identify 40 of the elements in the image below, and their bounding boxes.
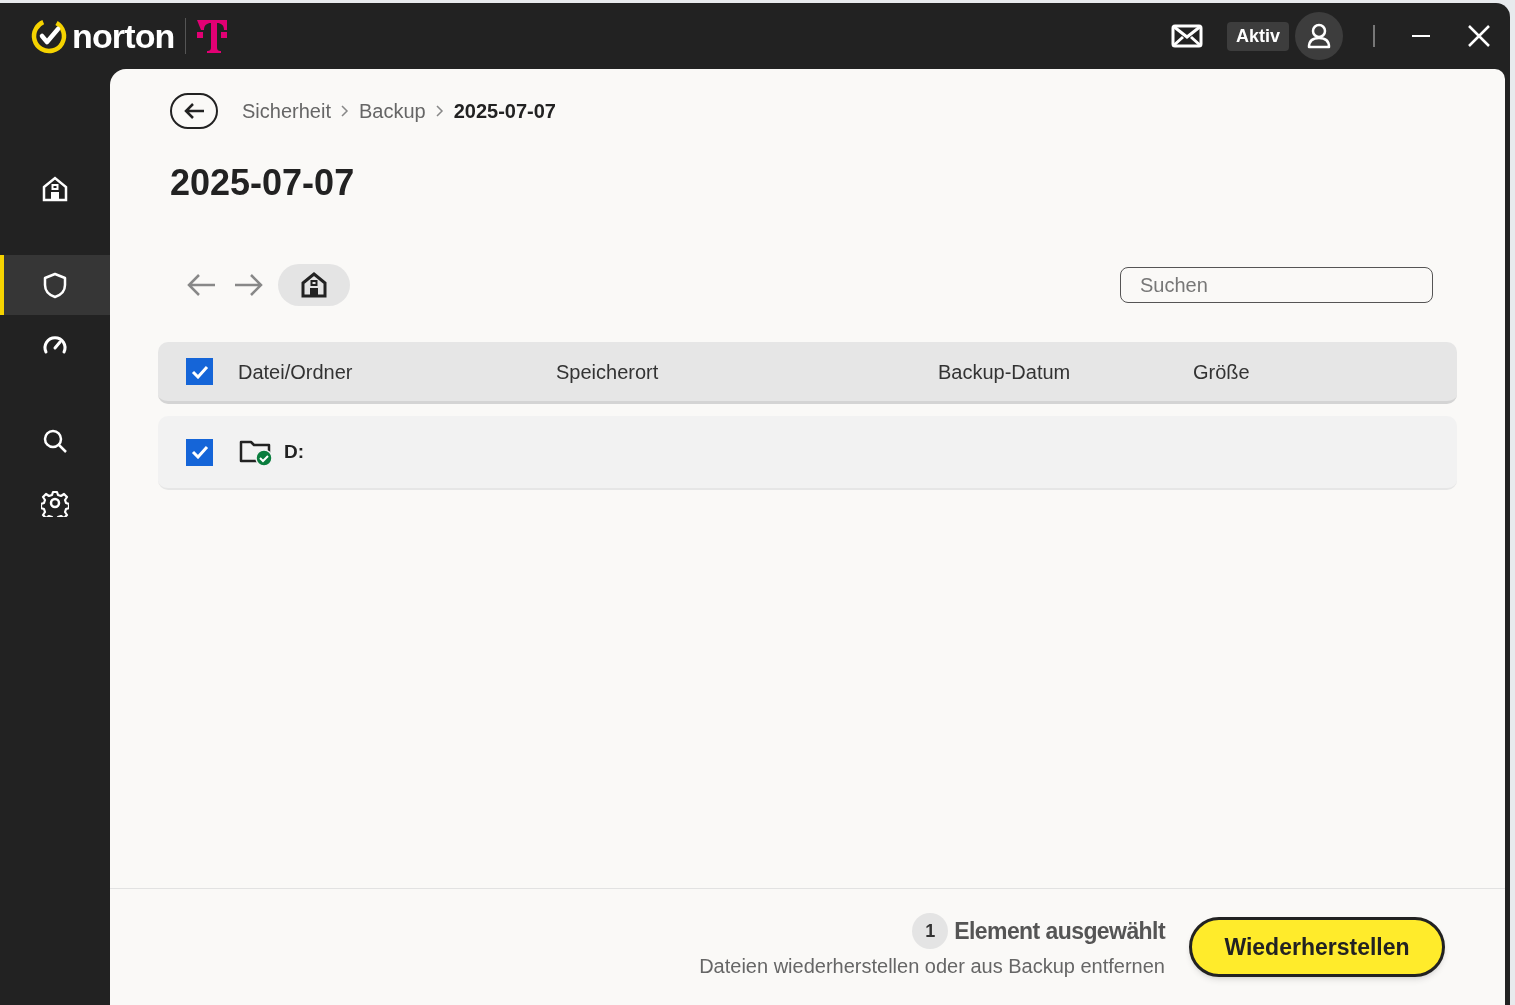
brand-name: norton: [72, 19, 175, 53]
close-icon[interactable]: [1468, 25, 1490, 47]
home-button[interactable]: [278, 264, 350, 306]
chevron-icon: [340, 105, 349, 117]
user-icon: [1307, 23, 1331, 49]
selection-label: Element ausgewählt: [954, 916, 1165, 946]
back-arrow-icon[interactable]: [186, 273, 216, 297]
file-name: D:: [284, 439, 305, 464]
breadcrumb-link[interactable]: Sicherheit: [242, 96, 331, 126]
checkmark-icon: [190, 364, 209, 379]
settings-icon: [41, 489, 69, 517]
breadcrumb-link[interactable]: Backup: [358, 96, 426, 126]
account-button[interactable]: [1295, 12, 1343, 60]
mail-icon[interactable]: [1171, 24, 1203, 48]
hint-text: Dateien wiederherstellen oder aus Backup entfernen: [699, 954, 1165, 979]
column-header[interactable]: Größe: [1193, 356, 1250, 387]
column-header[interactable]: Backup-Datum: [938, 356, 1071, 387]
selection-count: 1: [912, 913, 949, 949]
home-icon: [41, 175, 69, 203]
back-button[interactable]: [170, 93, 218, 129]
shield-icon: [41, 271, 69, 299]
sidebar-item[interactable]: [0, 255, 110, 315]
status-badge: Aktiv: [1227, 21, 1289, 51]
checkmark-icon: [190, 445, 209, 459]
page-title: 2025-07-07: [169, 165, 356, 201]
column-header[interactable]: Speicherort: [556, 356, 659, 387]
checkmark-logo-icon: [30, 17, 68, 55]
forward-arrow-icon[interactable]: [234, 273, 264, 297]
column-header[interactable]: Datei/Ordner: [238, 356, 353, 387]
search-field[interactable]: Suchen: [1120, 267, 1433, 303]
back-arrow-icon: [183, 102, 205, 120]
home-icon: [300, 271, 328, 299]
table-row[interactable]: D:: [158, 416, 1457, 490]
checkbox[interactable]: [186, 438, 213, 466]
checkbox[interactable]: [186, 358, 213, 385]
search-icon: [41, 427, 69, 455]
t-logo-icon: [195, 18, 228, 54]
chevron-icon: [435, 105, 444, 117]
restore-button[interactable]: Wiederherstellen: [1189, 917, 1445, 977]
minimize-icon[interactable]: [1412, 34, 1430, 38]
